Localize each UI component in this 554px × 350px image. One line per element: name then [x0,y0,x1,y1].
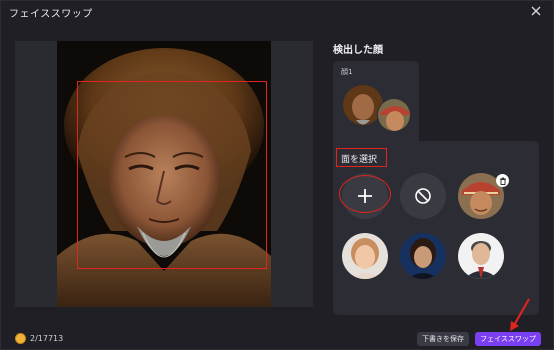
face-select-panel [333,141,539,315]
target-face-thumbnail [377,98,411,132]
plus-icon [358,189,372,203]
face-swap-button[interactable]: フェイススワップ [475,332,541,346]
title-bar: フェイススワップ [1,1,553,23]
detected-face-group[interactable]: 顔1 [333,61,419,143]
face-option-woman-blonde[interactable] [342,233,388,279]
credits-indicator: 2/17713 [15,331,63,345]
delete-face-button[interactable] [496,174,509,187]
source-photo [57,41,271,307]
dialog-title: フェイススワップ [9,9,93,20]
face-group-label: 顔1 [341,68,353,76]
face-swap-dialog: フェイススワップ 検出した顔 顔1 面を選択 2/17713 下書きを保存 フェ… [0,0,554,350]
face-option-man-suit[interactable] [458,233,504,279]
save-draft-button[interactable]: 下書きを保存 [417,332,469,346]
block-icon [415,188,431,204]
coin-icon [15,332,26,344]
no-face-button[interactable] [400,173,446,219]
detected-faces-title: 検出した顔 [333,45,383,56]
trash-icon [499,177,506,185]
select-face-label: 面を選択 [336,148,387,167]
add-face-button[interactable] [342,173,388,219]
face-option-woman-dark[interactable] [400,233,446,279]
credits-count: 2/17713 [30,333,64,343]
close-icon[interactable] [529,4,543,18]
detected-face-box [77,81,267,269]
image-preview [15,41,313,307]
